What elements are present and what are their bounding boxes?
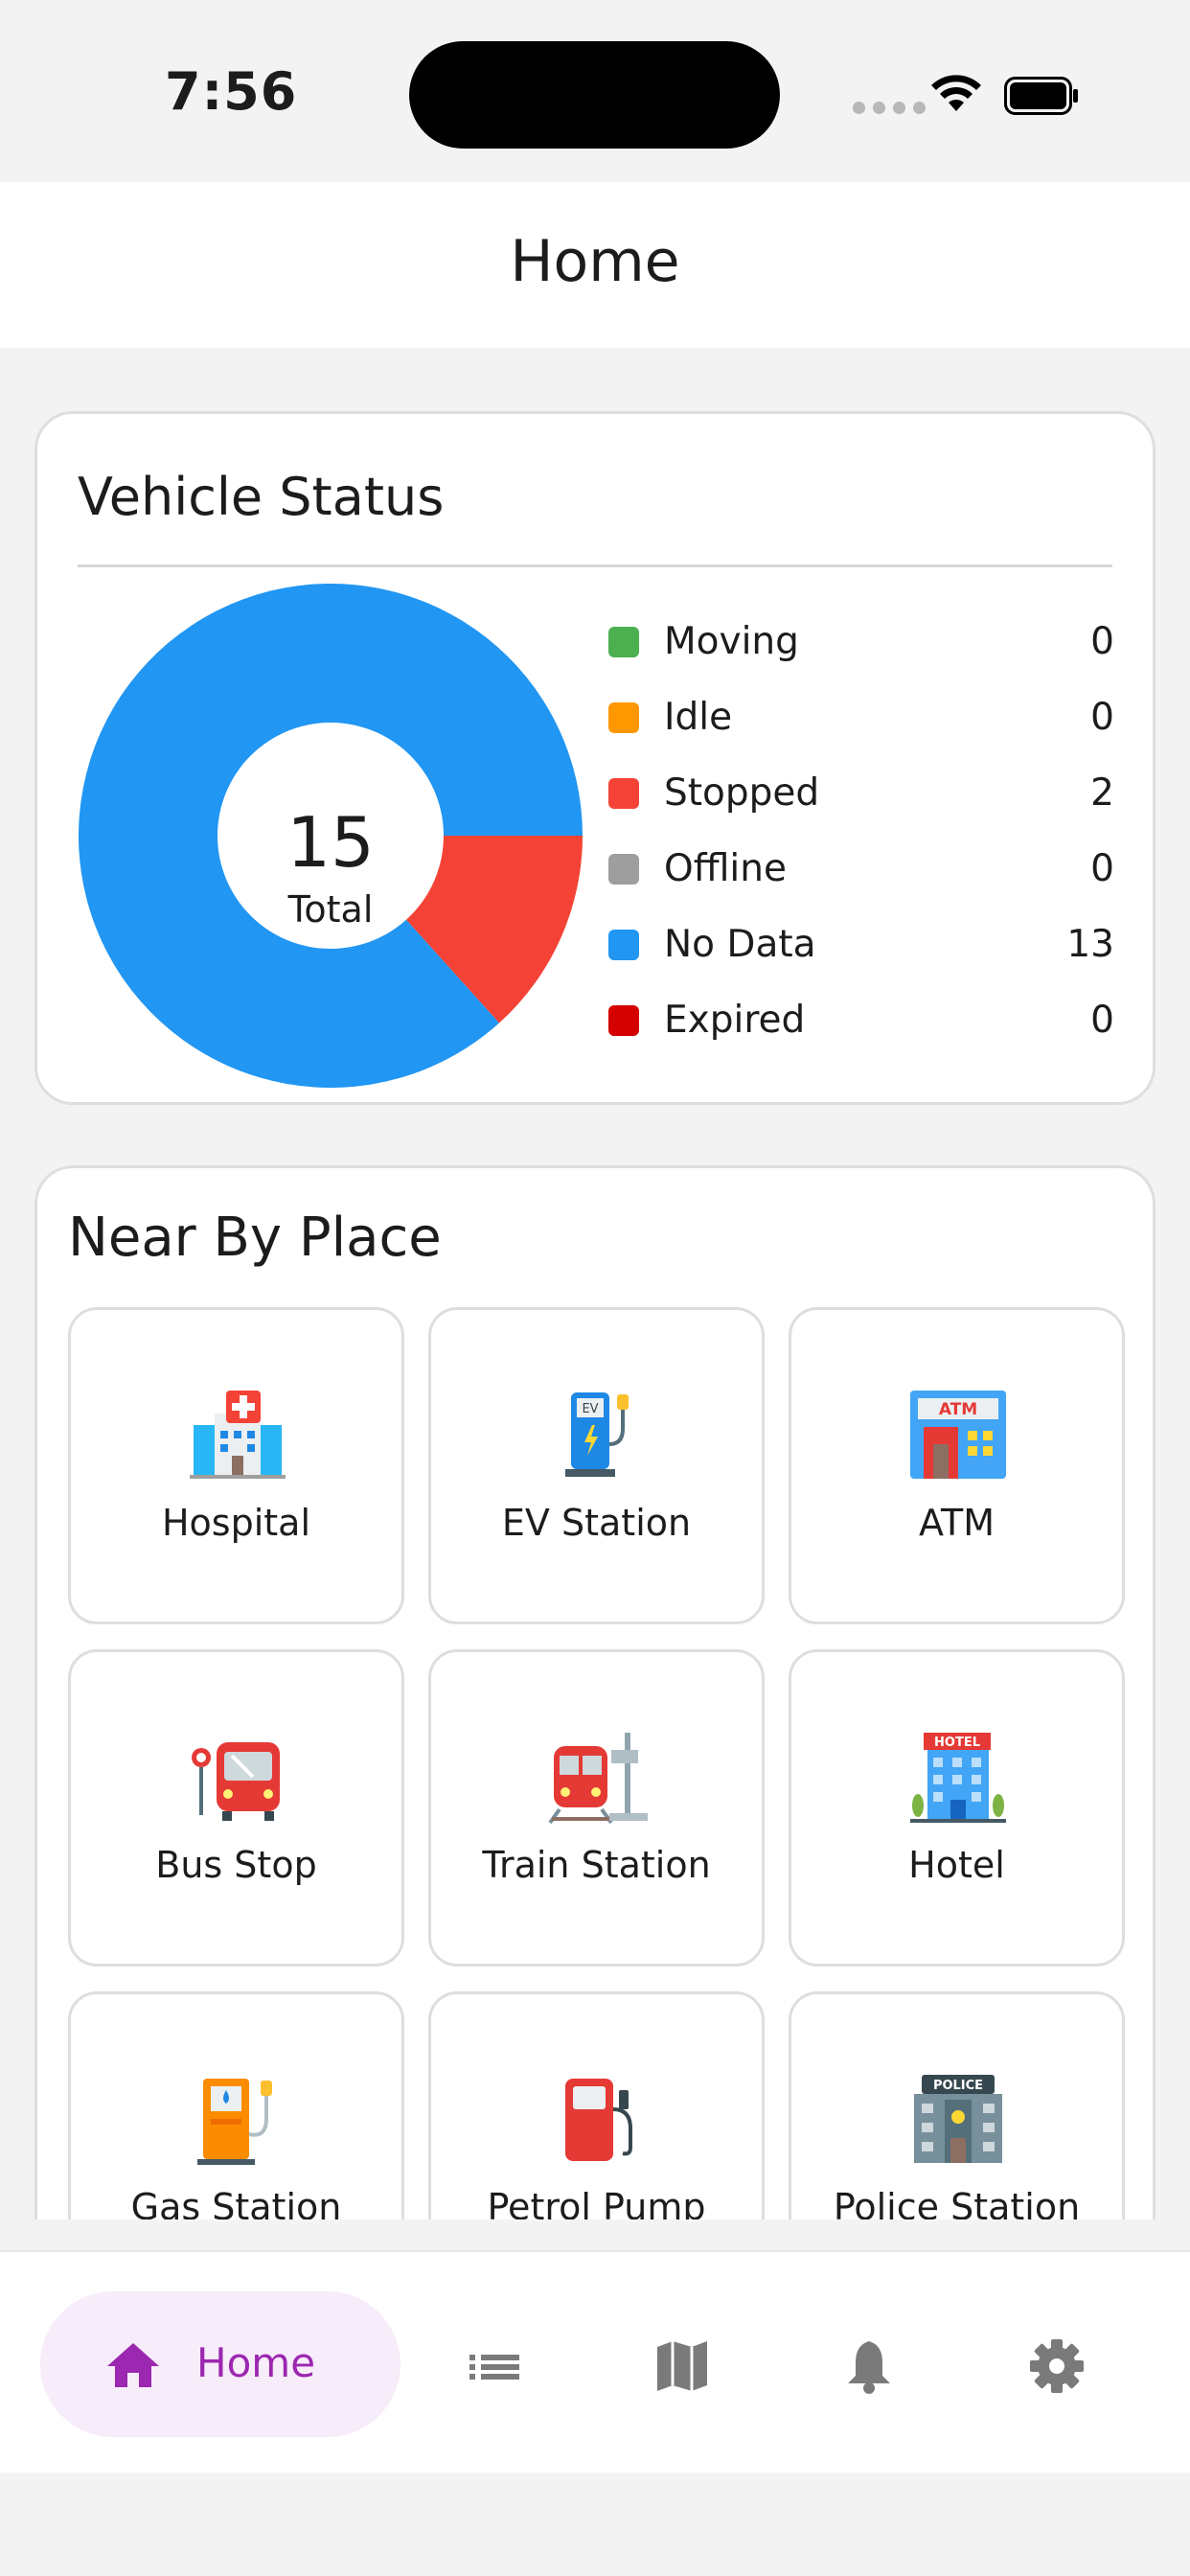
legend-label: Moving	[664, 620, 799, 663]
place-tile-police-station[interactable]: POLICE Police Station	[789, 1991, 1125, 2220]
legend-label: Stopped	[664, 771, 820, 815]
atm-icon: ATM	[910, 1391, 1006, 1479]
page-title: Home	[510, 228, 680, 295]
svg-text:EV: EV	[582, 1402, 598, 1416]
vehicle-status-card[interactable]: Vehicle Status 15 Total Moving 0 Idle 0 …	[34, 411, 1156, 1105]
legend-item-no-data: No Data 13	[608, 907, 1114, 982]
list-icon[interactable]	[466, 2337, 523, 2395]
svg-text:ATM: ATM	[939, 1400, 977, 1419]
place-tile-train-station[interactable]: Train Station	[428, 1649, 765, 1966]
place-label: ATM	[918, 1502, 995, 1544]
ev-station-icon: EV	[565, 1392, 629, 1477]
place-tile-hotel[interactable]: HOTEL Hotel	[789, 1649, 1125, 1966]
legend-label: Expired	[664, 999, 806, 1042]
place-label: EV Station	[501, 1502, 692, 1544]
nav-home-tab[interactable]: Home	[40, 2291, 400, 2437]
bus-stop-icon	[192, 1742, 280, 1821]
petrol-pump-icon	[565, 2079, 632, 2161]
legend-label: Offline	[664, 847, 787, 890]
place-label: Gas Station	[130, 2186, 342, 2220]
legend-item-stopped: Stopped 2	[608, 755, 1114, 831]
nav-home-label: Home	[196, 2339, 316, 2386]
hospital-icon	[190, 1391, 286, 1479]
vehicle-status-title: Vehicle Status	[78, 467, 445, 527]
legend-swatch	[608, 702, 639, 733]
total-count: 15	[286, 802, 375, 883]
legend-value: 0	[1090, 620, 1114, 663]
gear-icon[interactable]	[1028, 2337, 1086, 2395]
place-tile-petrol-pump[interactable]: Petrol Pump	[428, 1991, 765, 2220]
legend-value: 0	[1090, 847, 1114, 890]
place-tile-bus-stop[interactable]: Bus Stop	[68, 1649, 404, 1966]
legend-value: 0	[1090, 696, 1114, 739]
legend-value: 2	[1090, 771, 1114, 815]
place-label: Hospital	[161, 1502, 311, 1544]
map-icon[interactable]	[653, 2337, 711, 2395]
near-by-place-card: Near By Place Hospital EV EV Station ATM…	[34, 1165, 1156, 2220]
place-label: Petrol Pump	[487, 2186, 706, 2220]
police-station-icon: POLICE	[914, 2075, 1002, 2163]
wifi-icon	[931, 75, 981, 111]
legend-item-moving: Moving 0	[608, 604, 1114, 679]
svg-text:POLICE: POLICE	[933, 2079, 983, 2093]
legend-label: Idle	[664, 696, 733, 739]
legend-swatch	[608, 1004, 639, 1036]
battery-icon	[1004, 77, 1078, 115]
app-header: Home	[0, 182, 1190, 348]
bell-icon[interactable]	[840, 2337, 898, 2395]
place-tile-gas-station[interactable]: Gas Station	[68, 1991, 404, 2220]
place-label: Police Station	[833, 2186, 1081, 2220]
bottom-navigation: Home	[0, 2250, 1190, 2474]
place-label: Bus Stop	[155, 1844, 317, 1886]
legend-swatch	[608, 777, 639, 809]
chart-legend: Moving 0 Idle 0 Stopped 2 Offline 0 No D…	[608, 604, 1114, 1058]
status-bar: 7:56	[0, 0, 1190, 182]
legend-swatch	[608, 626, 639, 657]
home-indicator-area	[0, 2472, 1190, 2576]
total-label: Total	[287, 888, 374, 931]
gas-station-icon	[197, 2079, 272, 2165]
status-time: 7:56	[165, 61, 298, 122]
legend-swatch	[608, 929, 639, 960]
place-tile-ev-station[interactable]: EV EV Station	[428, 1307, 765, 1624]
legend-item-expired: Expired 0	[608, 982, 1114, 1058]
place-label: Hotel	[908, 1844, 1005, 1886]
place-tile-hospital[interactable]: Hospital	[68, 1307, 404, 1624]
svg-text:HOTEL: HOTEL	[934, 1736, 980, 1750]
legend-item-offline: Offline 0	[608, 831, 1114, 907]
legend-value: 0	[1090, 999, 1114, 1042]
legend-swatch	[608, 853, 639, 885]
legend-item-idle: Idle 0	[608, 679, 1114, 755]
hotel-icon: HOTEL	[910, 1733, 1006, 1823]
place-label: Train Station	[482, 1844, 711, 1886]
home-icon	[107, 2343, 159, 2387]
train-station-icon	[548, 1733, 648, 1825]
cellular-signal-icon	[853, 102, 926, 114]
place-tile-atm[interactable]: ATM ATM	[789, 1307, 1125, 1624]
legend-label: No Data	[664, 923, 816, 966]
near-by-place-title: Near By Place	[68, 1207, 442, 1269]
legend-value: 13	[1066, 923, 1114, 966]
dynamic-island	[409, 41, 780, 149]
divider	[78, 564, 1112, 567]
